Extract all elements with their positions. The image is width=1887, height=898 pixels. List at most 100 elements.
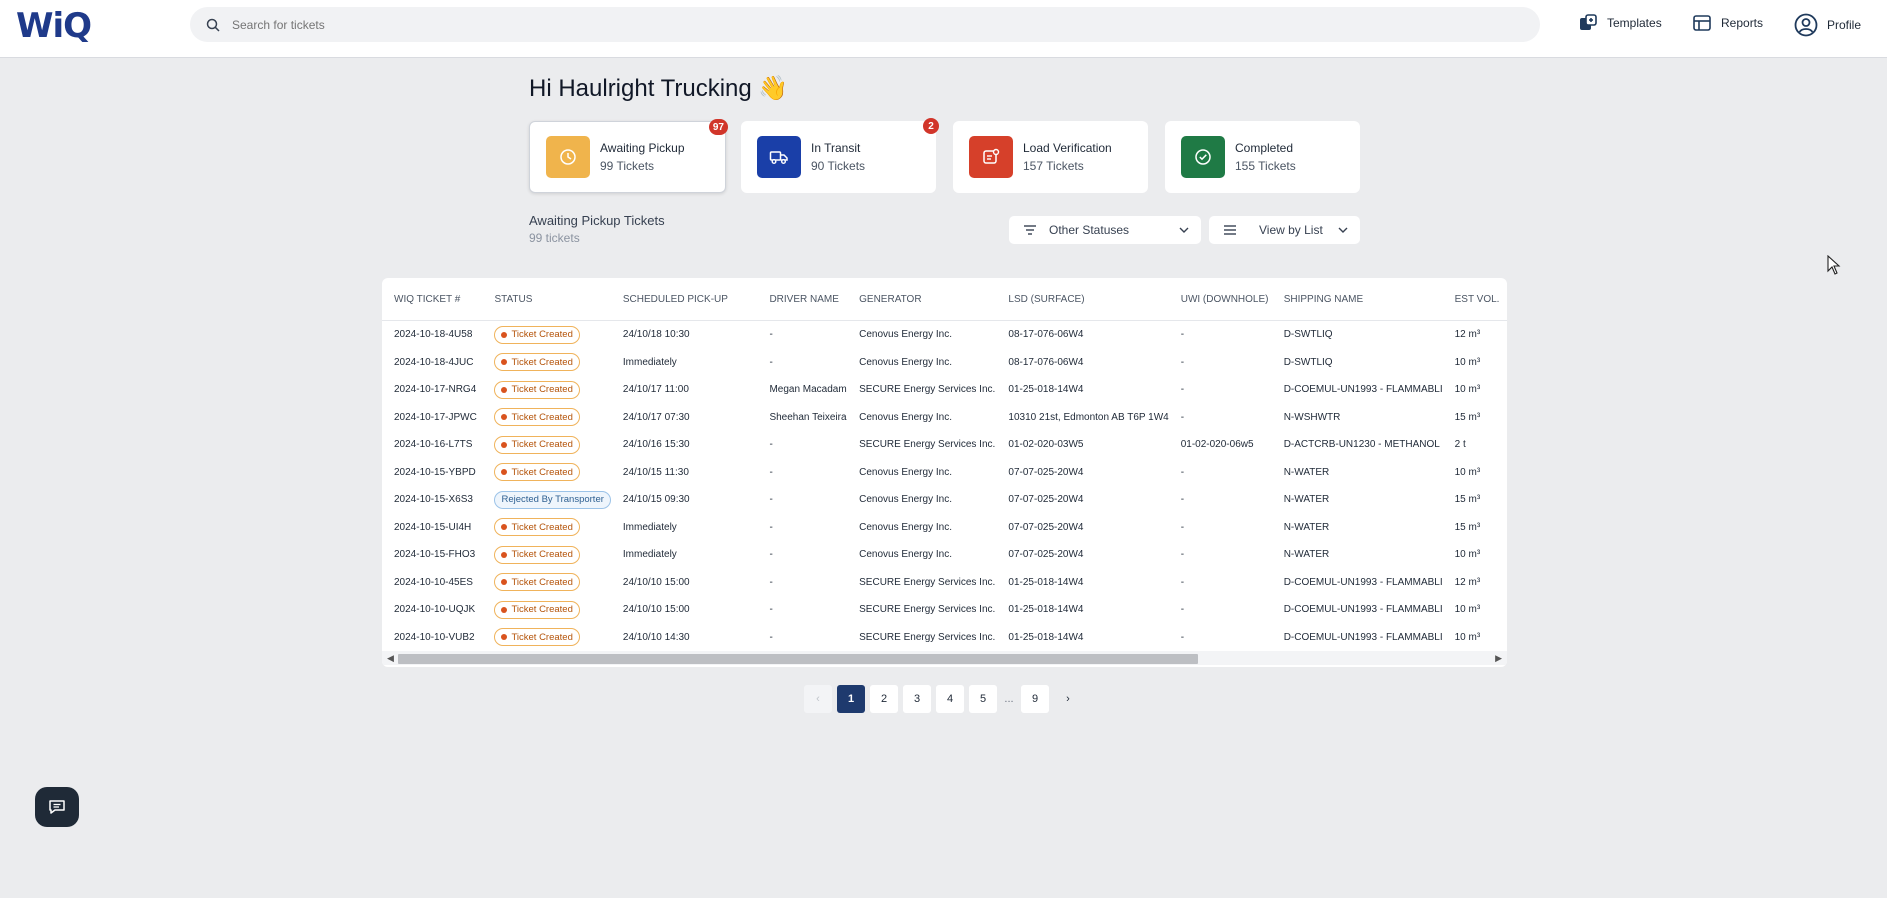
view-mode-dropdown[interactable]: View by List xyxy=(1209,216,1360,244)
table-cell: - xyxy=(1180,494,1185,506)
status-dot-icon xyxy=(501,469,508,476)
table-cell: - xyxy=(1180,576,1185,588)
table-row[interactable]: 2024-10-15-FHO3 Ticket Created Immediately… xyxy=(382,541,1507,569)
wiq-logo[interactable]: WiQ xyxy=(16,6,92,46)
table-cell: 08-17-076-06W4 xyxy=(1008,329,1084,341)
table-cell: N-WATER xyxy=(1283,549,1330,561)
logo-text: WiQ xyxy=(16,6,92,46)
card-completed[interactable]: Completed 155 Tickets xyxy=(1165,121,1360,193)
reports-icon xyxy=(1693,15,1711,31)
table-cell: 2024-10-17-JPWC xyxy=(394,411,477,423)
table-cell: 15 m³ xyxy=(1454,494,1481,506)
scrollbar-thumb[interactable] xyxy=(398,654,1198,664)
nav-templates[interactable]: Templates xyxy=(1578,13,1662,33)
table-cell: 10 m³ xyxy=(1454,631,1481,643)
table-cell: Cenovus Energy Inc. xyxy=(859,356,952,368)
column-header[interactable]: SCHEDULED PICK-UP xyxy=(610,278,758,321)
page-button-9[interactable]: 9 xyxy=(1021,685,1049,713)
prev-page-button[interactable]: ‹ xyxy=(804,685,832,713)
column-header[interactable]: DRIVER NAME xyxy=(757,278,848,321)
status-badge: Ticket Created xyxy=(494,435,580,454)
page-button-2[interactable]: 2 xyxy=(870,685,898,713)
horizontal-scrollbar[interactable]: ◀ ▶ xyxy=(382,651,1507,665)
card-title: Completed xyxy=(1235,141,1294,155)
status-filter-dropdown[interactable]: Other Statuses xyxy=(1009,216,1201,244)
table-cell: 01-25-018-14W4 xyxy=(1008,631,1084,643)
status-text: Rejected By Transporter xyxy=(501,494,604,506)
table-cell: 10 m³ xyxy=(1454,549,1481,561)
table-cell: 24/10/10 15:00 xyxy=(622,604,690,616)
table-cell: 12 m³ xyxy=(1454,329,1481,341)
status-text: Ticket Created xyxy=(511,329,573,341)
card-load-verification[interactable]: Load Verification 157 Tickets xyxy=(953,121,1148,193)
status-dot-icon xyxy=(501,606,508,613)
nav-profile[interactable]: Profile xyxy=(1794,13,1861,37)
page-button-1[interactable]: 1 xyxy=(837,685,865,713)
search-icon xyxy=(206,18,220,32)
next-page-button[interactable]: › xyxy=(1054,685,1082,713)
table-cell: N-WSHWTR xyxy=(1283,411,1341,423)
table-cell: SECURE Energy Services Inc. xyxy=(859,604,996,616)
table-row[interactable]: 2024-10-16-L7TS Ticket Created 24/10/16 15… xyxy=(382,431,1507,459)
table-cell: - xyxy=(769,549,773,561)
card-awaiting-pickup[interactable]: Awaiting Pickup 99 Tickets 97 xyxy=(529,119,728,193)
table-cell: - xyxy=(1180,411,1185,423)
column-header[interactable]: LSD (SURFACE) xyxy=(996,278,1169,321)
table-cell: 2024-10-17-NRG4 xyxy=(394,384,477,396)
status-dot-icon xyxy=(501,524,508,531)
page-button-5[interactable]: 5 xyxy=(969,685,997,713)
table-cell: 2024-10-15-YBPD xyxy=(394,466,476,478)
chat-button[interactable] xyxy=(35,787,79,827)
column-header[interactable]: GENERATOR xyxy=(847,278,997,321)
card-in-transit[interactable]: In Transit 90 Tickets 2 xyxy=(741,118,939,193)
scroll-right-arrow[interactable]: ▶ xyxy=(1495,653,1502,664)
nav-reports[interactable]: Reports xyxy=(1692,13,1763,33)
wave-emoji: 👋 xyxy=(758,75,789,102)
search-input[interactable] xyxy=(230,16,1434,33)
table-cell: - xyxy=(1180,356,1185,368)
table-row[interactable]: 2024-10-18-4JUC Ticket Created Immediately… xyxy=(382,349,1507,377)
status-badge: Ticket Created xyxy=(494,325,580,344)
table-cell: - xyxy=(1180,549,1185,561)
top-bar: WiQ Templates Reports Profile xyxy=(0,0,1887,58)
table-cell: 2024-10-10-VUB2 xyxy=(394,631,475,643)
filter-icon xyxy=(1024,225,1036,235)
tickets-table: WIQ TICKET # STATUS SCHEDULED PICK-UP DR… xyxy=(382,278,1507,667)
section-subtitle: 99 tickets xyxy=(529,231,580,245)
status-dot-icon xyxy=(501,579,508,586)
page-button-4[interactable]: 4 xyxy=(936,685,964,713)
table-cell: D-ACTCRB-UN1230 - METHANOL xyxy=(1283,439,1440,451)
status-cell: Ticket Created xyxy=(482,569,610,597)
table-row[interactable]: 2024-10-18-4U58 Ticket Created 24/10/18 10… xyxy=(382,321,1507,349)
table-row[interactable]: 2024-10-15-UI4H Ticket Created Immediately… xyxy=(382,514,1507,542)
table-row[interactable]: 2024-10-15-YBPD Ticket Created 24/10/15 11… xyxy=(382,459,1507,487)
status-text: Ticket Created xyxy=(511,439,573,451)
column-header[interactable]: STATUS xyxy=(482,278,611,321)
table-row[interactable]: 2024-10-10-VUB2 Ticket Created 24/10/10 14… xyxy=(382,624,1507,652)
table-cell: 01-25-018-14W4 xyxy=(1008,576,1084,588)
status-badge: Ticket Created xyxy=(494,600,580,619)
status-dot-icon xyxy=(501,441,508,448)
table-cell: 24/10/18 10:30 xyxy=(622,329,690,341)
page-button-3[interactable]: 3 xyxy=(903,685,931,713)
table-cell: - xyxy=(769,329,773,341)
column-header[interactable]: EST VOL. xyxy=(1442,278,1507,321)
table-row[interactable]: 2024-10-10-45ES Ticket Created 24/10/10 15… xyxy=(382,569,1507,597)
notification-badge: 97 xyxy=(708,119,728,135)
list-icon xyxy=(1224,225,1236,235)
table-cell: Immediately xyxy=(622,521,677,533)
table-cell: Cenovus Energy Inc. xyxy=(859,466,952,478)
chevron-down-icon xyxy=(1179,227,1189,233)
column-header[interactable]: UWI (DOWNHOLE) xyxy=(1168,278,1272,321)
column-header[interactable]: SHIPPING NAME xyxy=(1271,278,1443,321)
table-row[interactable]: 2024-10-17-NRG4 Ticket Created 24/10/17 11… xyxy=(382,376,1507,404)
search-bar[interactable] xyxy=(190,7,1540,42)
table-row[interactable]: 2024-10-10-UQJK Ticket Created 24/10/10 15… xyxy=(382,596,1507,624)
column-header[interactable]: WIQ TICKET # xyxy=(382,278,483,321)
clock-icon xyxy=(546,136,590,178)
scroll-left-arrow[interactable]: ◀ xyxy=(387,653,394,664)
table-cell: 10 m³ xyxy=(1454,356,1481,368)
table-row[interactable]: 2024-10-15-X6S3 Rejected By Transporter 24… xyxy=(382,486,1507,514)
table-row[interactable]: 2024-10-17-JPWC Ticket Created 24/10/17 07… xyxy=(382,404,1507,432)
status-dot-icon xyxy=(501,634,508,641)
